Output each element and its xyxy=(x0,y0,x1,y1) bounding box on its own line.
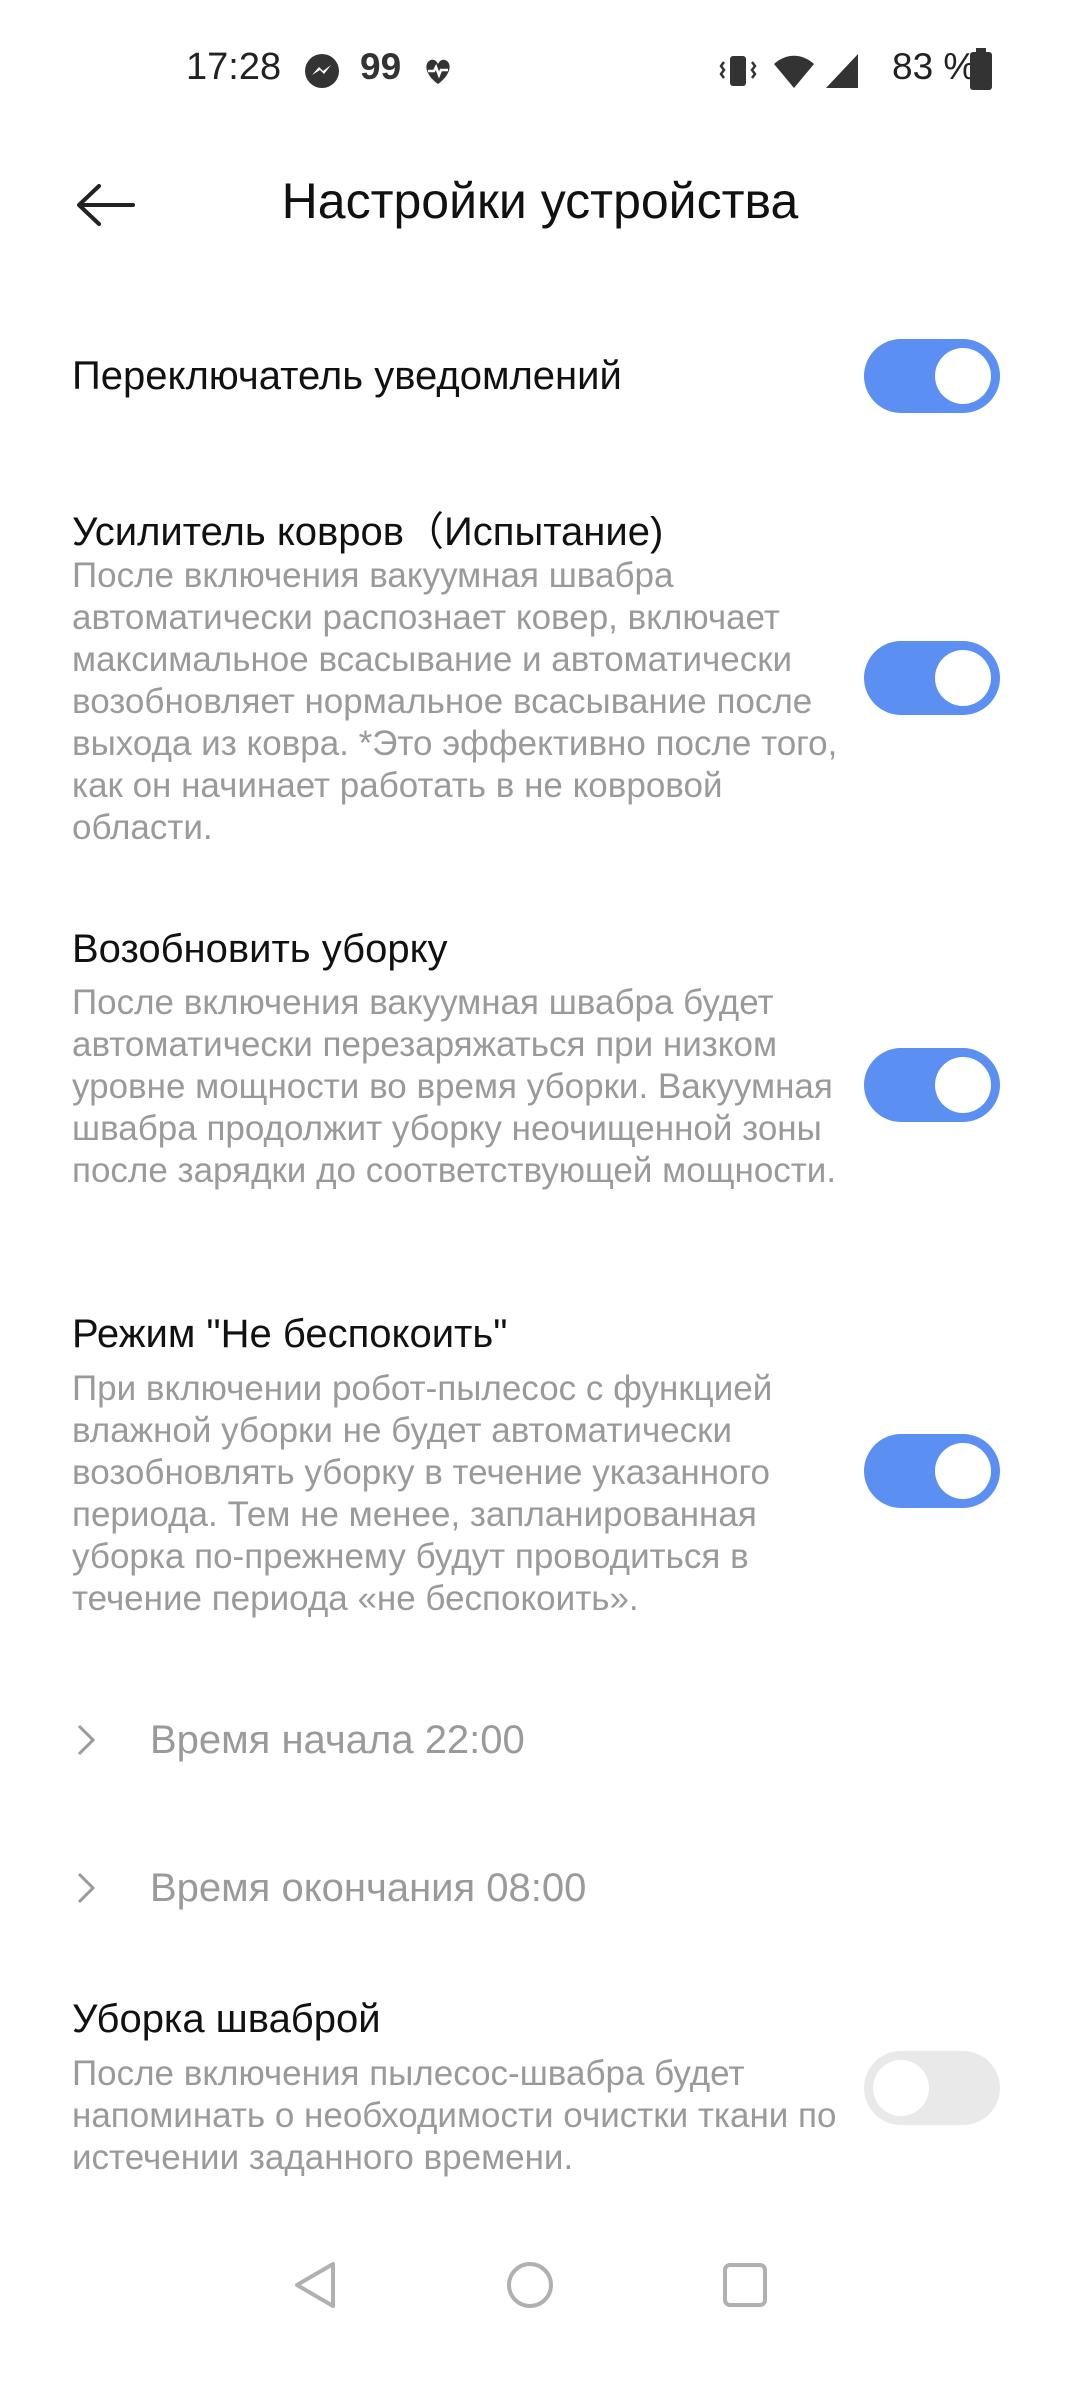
carpet-boost-toggle[interactable] xyxy=(864,641,1000,715)
page-title: Настройки устройства xyxy=(281,173,799,229)
messenger-icon xyxy=(305,54,339,88)
mop-cleaning-toggle[interactable] xyxy=(864,2051,1000,2125)
notification-count: 99 xyxy=(360,46,402,87)
heart-pulse-icon xyxy=(426,59,450,84)
vibrate-icon xyxy=(719,56,757,86)
dnd-description: При включении робот-пылесос с функцией в… xyxy=(72,1369,773,1618)
resume-cleaning-title: Возобновить уборку xyxy=(72,927,448,971)
carpet-boost-title: Усилитель ковров（Испытание) xyxy=(72,510,664,554)
nav-home-icon xyxy=(507,2262,553,2308)
nav-recents-icon xyxy=(723,2263,767,2307)
dnd-start-time: Время начала 22:00 xyxy=(150,1717,525,1762)
mop-cleaning-title: Уборка шваброй xyxy=(72,1997,381,2041)
status-time: 17:28 xyxy=(186,46,282,88)
dnd-title: Режим "Не беспокоить" xyxy=(72,1312,508,1356)
toggle-knob xyxy=(935,1443,991,1499)
nav-home-button[interactable] xyxy=(485,2240,575,2330)
battery-icon xyxy=(970,48,992,90)
notifications-toggle-label: Переключатель уведомлений xyxy=(72,354,622,398)
resume-cleaning-description: После включения вакуумная швабра будет а… xyxy=(72,983,837,1190)
dnd-start-time-row[interactable]: Время начала 22:00 xyxy=(72,1695,972,1785)
toggle-knob xyxy=(873,2060,929,2116)
nav-back-icon xyxy=(295,2262,335,2308)
nav-back-button[interactable] xyxy=(270,2240,360,2330)
dnd-end-time: Время окончания 08:00 xyxy=(150,1865,587,1910)
battery-percent: 83 % xyxy=(892,46,977,87)
dnd-end-time-row[interactable]: Время окончания 08:00 xyxy=(72,1843,972,1933)
toggle-knob xyxy=(935,650,991,706)
nav-recents-button[interactable] xyxy=(700,2240,790,2330)
carpet-boost-description: После включения вакуумная швабра автомат… xyxy=(72,556,838,847)
wifi-icon xyxy=(774,55,814,88)
dnd-toggle[interactable] xyxy=(864,1434,1000,1508)
mop-cleaning-description: После включения пылесос-швабра будет нап… xyxy=(72,2054,837,2177)
signal-icon xyxy=(826,54,858,88)
chevron-right-icon xyxy=(76,1720,116,1760)
notifications-toggle[interactable] xyxy=(864,339,1000,413)
chevron-right-icon xyxy=(76,1868,116,1908)
resume-cleaning-toggle[interactable] xyxy=(864,1048,1000,1122)
toggle-knob xyxy=(935,348,991,404)
status-bar: 17:28 99 83 % xyxy=(0,0,1080,140)
toggle-knob xyxy=(935,1057,991,1113)
